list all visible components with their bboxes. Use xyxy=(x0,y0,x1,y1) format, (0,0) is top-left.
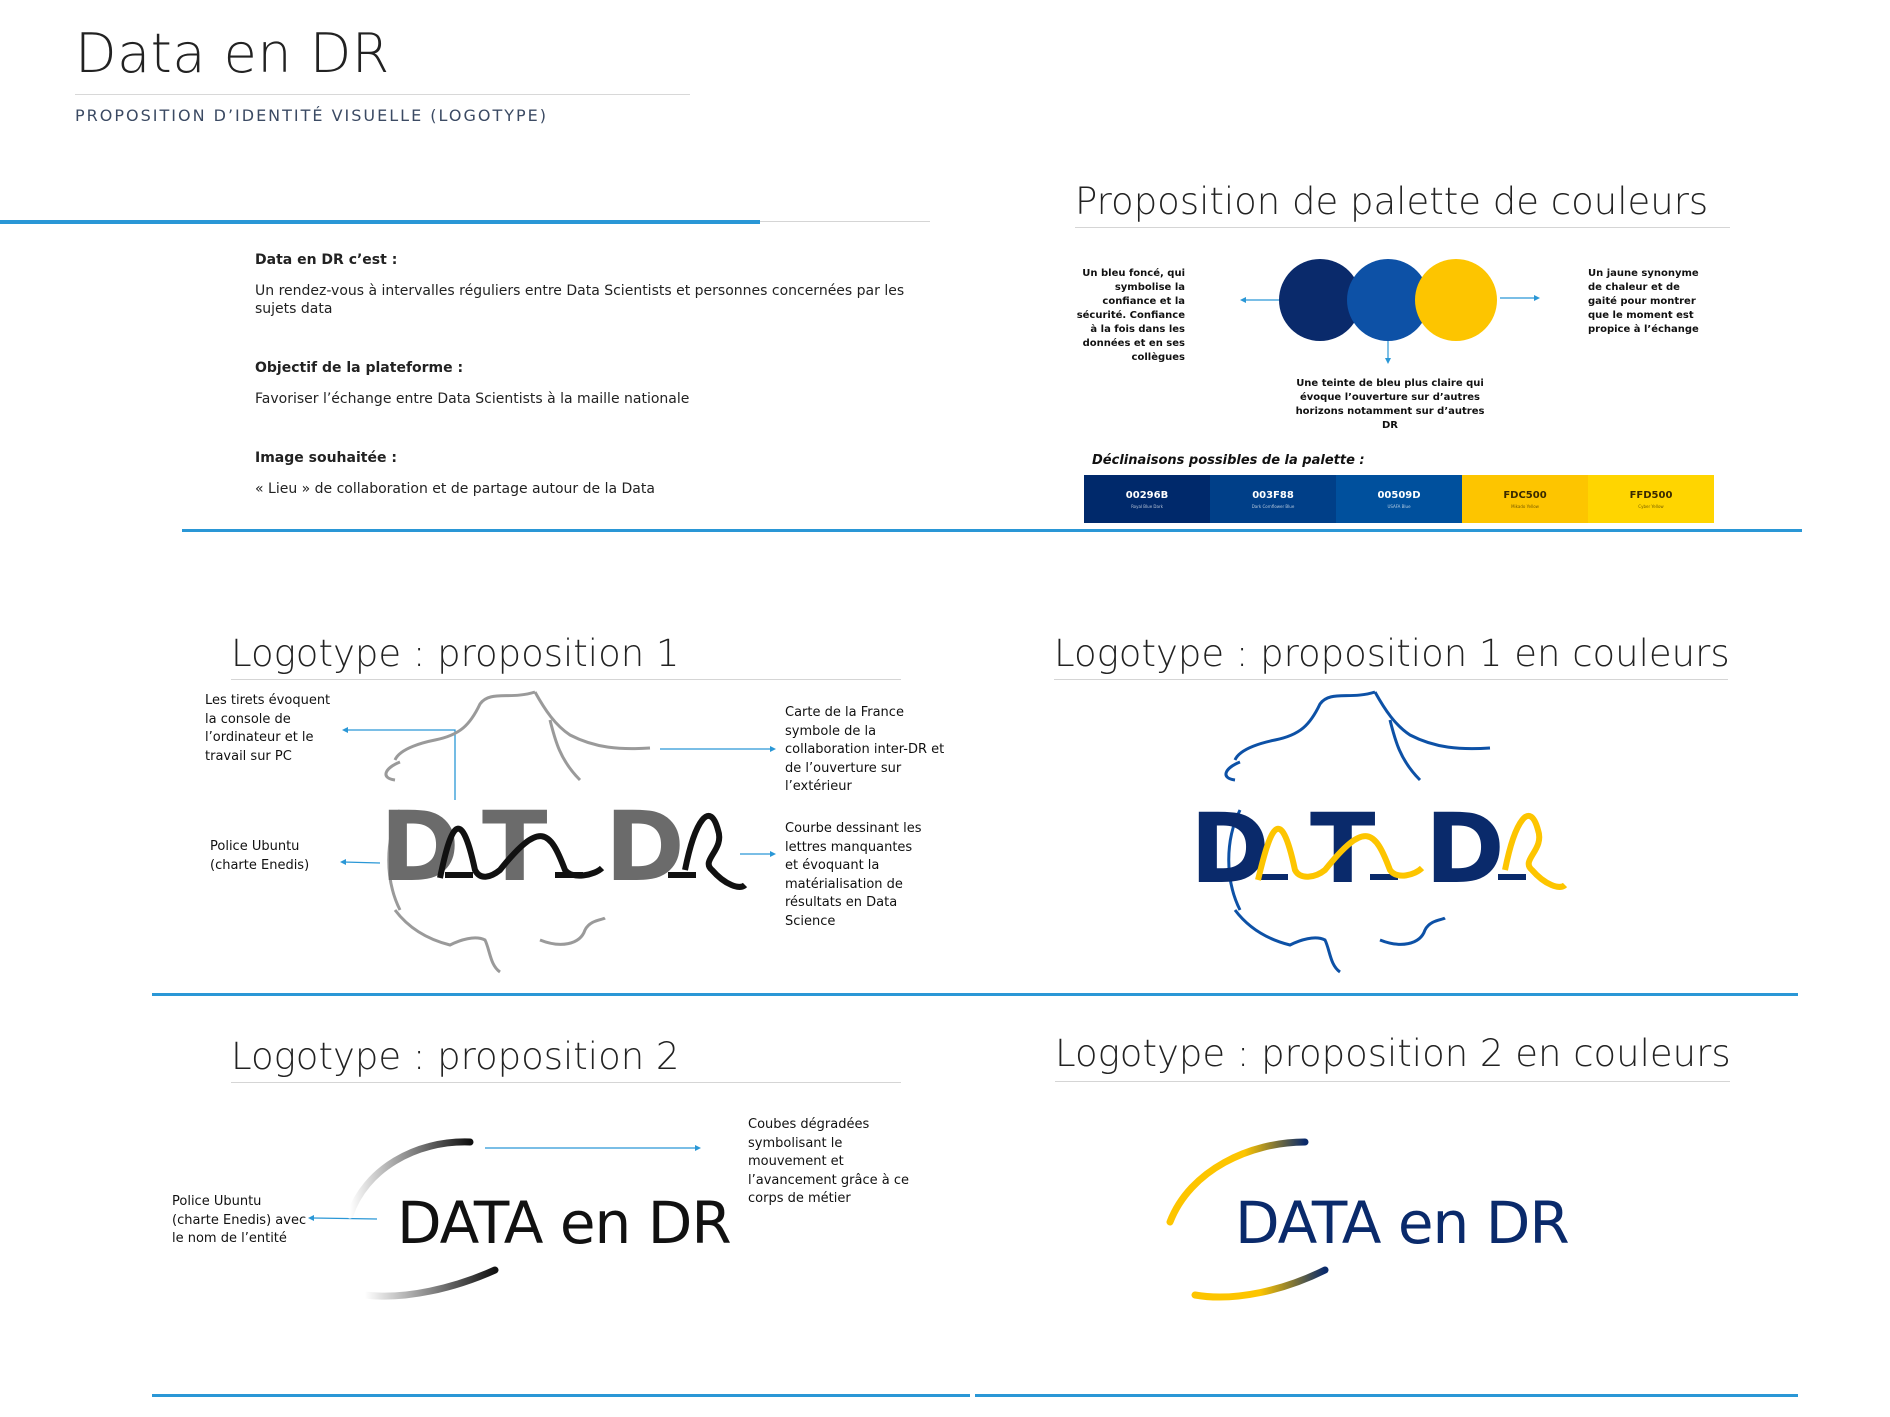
logo1-note-font: Police Ubuntu (charte Enedis) xyxy=(210,839,310,873)
swatch-code: 003F88 xyxy=(1252,489,1294,501)
logo1-dashes-arrowhead xyxy=(342,727,348,733)
logo1-letter: D xyxy=(605,791,685,903)
logo2-font-arrowhead xyxy=(308,1215,314,1221)
logo1-map-arrowhead xyxy=(770,746,776,752)
intro-item: Data en DR c’est : Un rendez-vous à inte… xyxy=(255,252,915,360)
logo1-note-map: Carte de la France symbole de la collabo… xyxy=(785,705,945,794)
logo1-graphic: D T D xyxy=(340,690,776,974)
row3-divider-right xyxy=(975,1394,1798,1397)
intro-text: Favoriser l’échange entre Data Scientist… xyxy=(255,391,690,407)
swatch-name: USAFA Blue xyxy=(1387,503,1411,509)
swatch-name: Cyber Yellow xyxy=(1638,503,1664,509)
logo1-color-title: Logotype : proposition 1 en couleurs xyxy=(1054,632,1730,675)
page-title: Data en DR xyxy=(75,22,390,85)
palette-down-arrowhead xyxy=(1385,358,1391,364)
logo2-wordmark: DATA en DR xyxy=(397,1189,731,1257)
row1-divider xyxy=(182,529,1802,532)
swatch-name: Mikado Yellow xyxy=(1511,503,1539,509)
row2-divider xyxy=(152,993,1798,996)
logo2-color-title-rule xyxy=(1055,1081,1730,1082)
intro-block: Data en DR c’est : Un rendez-vous à inte… xyxy=(255,252,915,498)
logo2-font-arrow xyxy=(312,1217,378,1220)
palette-bottom-note: Une teinte de bleu plus claire qui évoqu… xyxy=(1295,378,1485,431)
swatch-code: FFD500 xyxy=(1629,489,1673,501)
intro-label: Data en DR c’est : xyxy=(255,252,398,268)
logo1-color-letter: D xyxy=(1190,793,1270,905)
intro-item: Image souhaitée : « Lieu » de collaborat… xyxy=(255,450,915,498)
intro-item: Objectif de la plateforme : Favoriser l’… xyxy=(255,360,915,450)
swatch-name: Dark Cornflower Blue xyxy=(1251,503,1295,509)
swatch: 003F88 Dark Cornflower Blue xyxy=(1210,475,1336,523)
swatch-code: FDC500 xyxy=(1503,489,1547,501)
top-accent-line xyxy=(0,220,760,224)
swatch: FDC500 Mikado Yellow xyxy=(1462,475,1588,523)
page-subtitle: PROPOSITION D’IDENTITÉ VISUELLE (LOGOTYP… xyxy=(75,106,548,125)
logo1-note-dashes: Les tirets évoquent la console de l’ordi… xyxy=(205,693,331,764)
logo1-letter: T xyxy=(482,791,547,903)
logo2-color-bottom-curve xyxy=(1191,1266,1329,1301)
logo2-color-graphic: DATA en DR xyxy=(1166,1138,1570,1301)
title-divider xyxy=(75,94,690,95)
logo1-color-graphic: D T D xyxy=(1190,690,1568,974)
logo1-title: Logotype : proposition 1 xyxy=(231,632,680,675)
swatch: FFD500 Cyber Yellow xyxy=(1588,475,1714,523)
logo2-curves-arrowhead xyxy=(695,1145,701,1151)
logo1-font-arrow xyxy=(342,861,381,864)
logo2-graphic: DATA en DR xyxy=(308,1138,732,1300)
logo2-note-font: Police Ubuntu (charte Enedis) avec le no… xyxy=(172,1194,307,1246)
intro-label: Image souhaitée : xyxy=(255,450,397,466)
swatch-code: 00296B xyxy=(1125,489,1169,501)
logo1-note-curve: Courbe dessinant les lettres manquantes … xyxy=(785,821,922,929)
logo2-color-wordmark: DATA en DR xyxy=(1235,1189,1569,1257)
palette-left-note: Un bleu foncé, qui symbolise la confianc… xyxy=(1076,268,1185,363)
swatch: 00509D USAFA Blue xyxy=(1336,475,1462,523)
logo1-color-letter: D xyxy=(1425,793,1505,905)
intro-label: Objectif de la plateforme : xyxy=(255,360,464,376)
logo2-color-title: Logotype : proposition 2 en couleurs xyxy=(1055,1032,1731,1075)
logo2-title: Logotype : proposition 2 xyxy=(231,1035,680,1078)
swatch-name: Royal Blue Dark xyxy=(1131,503,1163,509)
palette-title: Proposition de palette de couleurs xyxy=(1075,180,1709,223)
palette-left-arrowhead xyxy=(1240,297,1246,303)
top-grey-line xyxy=(760,221,930,222)
logo1-curve-arrowhead xyxy=(770,851,776,857)
swatch: 00296B Royal Blue Dark xyxy=(1084,475,1210,523)
palette-right-arrowhead xyxy=(1534,295,1540,301)
palette-variants-label: Déclinaisons possibles de la palette : xyxy=(1092,453,1365,468)
swatch-code: 00509D xyxy=(1377,489,1421,501)
palette-swatches: 00296B Royal Blue Dark 003F88 Dark Cornflo… xyxy=(1084,475,1714,523)
logo2-note-curves: Coubes dégradées symbolisant le mouvemen… xyxy=(748,1117,909,1206)
logo1-font-arrowhead xyxy=(340,859,346,865)
intro-text: « Lieu » de collaboration et de partage … xyxy=(255,481,655,497)
intro-text: Un rendez-vous à intervalles réguliers e… xyxy=(255,283,905,317)
logo2-bottom-curve xyxy=(361,1266,499,1300)
palette-circle-yellow xyxy=(1415,259,1497,341)
logo2-title-rule xyxy=(231,1082,901,1083)
palette-title-rule xyxy=(1075,227,1730,228)
row3-divider-left xyxy=(152,1394,970,1397)
palette-circles xyxy=(1240,259,1540,364)
